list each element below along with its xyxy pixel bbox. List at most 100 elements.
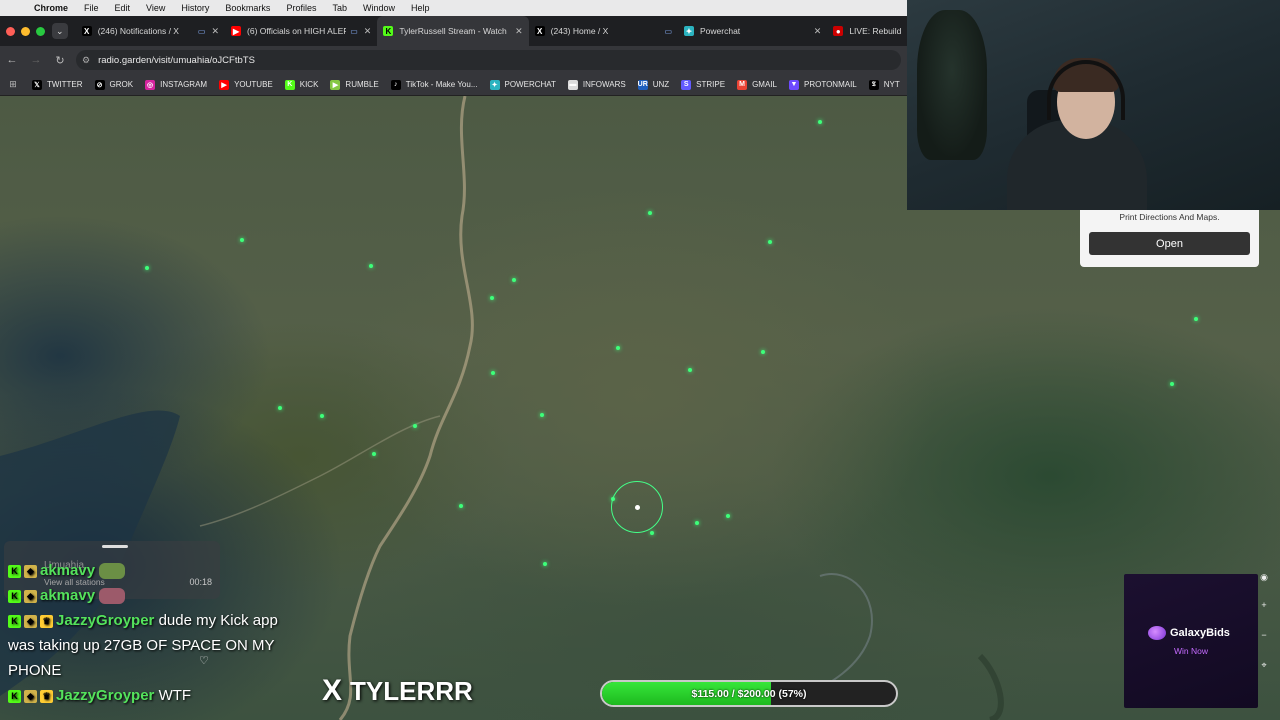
minimize-window-button[interactable] (21, 26, 30, 36)
radio-station-dot[interactable] (278, 406, 282, 410)
bookmark-label: KICK (299, 80, 319, 89)
bookmark-label: UNZ (652, 80, 670, 89)
menu-chrome[interactable]: Chrome (26, 3, 76, 13)
chat-message: K ◆ ♛ JazzyGroyper dude my Kick app was tak… (8, 608, 308, 683)
menu-tab[interactable]: Tab (324, 3, 355, 13)
radio-station-dot[interactable] (648, 211, 652, 215)
radio-station-dot[interactable] (372, 452, 376, 456)
url-field[interactable]: ⚙ radio.garden/visit/umuahia/oJCFtbTS (76, 50, 901, 70)
rumble-icon: ▶ (330, 79, 341, 90)
radio-station-dot[interactable] (616, 346, 620, 350)
zoom-in-icon[interactable]: + (1258, 600, 1270, 610)
stream-logo: X TYLERRR (322, 674, 473, 708)
radio-station-dot[interactable] (145, 266, 149, 270)
radio-station-dot[interactable] (1194, 317, 1198, 321)
close-tab-icon[interactable]: ✕ (211, 26, 219, 37)
tiktok-icon: ♪ (390, 79, 401, 90)
bookmark-grok[interactable]: ⊘ GROK (89, 79, 140, 90)
menu-window[interactable]: Window (355, 3, 403, 13)
radio-station-dot[interactable] (543, 562, 547, 566)
bookmark-nyt[interactable]: 𝕿 NYT (863, 79, 906, 90)
menu-profiles[interactable]: Profiles (278, 3, 324, 13)
tab-title: Powerchat (700, 26, 741, 36)
radio-station-dot[interactable] (768, 240, 772, 244)
menu-view[interactable]: View (138, 3, 173, 13)
radio-station-dot[interactable] (369, 264, 373, 268)
bookmark-kick[interactable]: K KICK (279, 79, 325, 90)
zoom-window-button[interactable] (36, 26, 45, 36)
chat-message: K ◆ akmavy (8, 583, 308, 608)
youtube-icon: ▶ (219, 79, 230, 90)
radio-station-dot[interactable] (818, 120, 822, 124)
radio-station-dot[interactable] (490, 296, 494, 300)
bookmark-gmail[interactable]: M GMAIL (731, 79, 783, 90)
instagram-icon: ◎ (145, 79, 156, 90)
bookmark-tiktok-make-you[interactable]: ♪ TikTok - Make You... (385, 79, 484, 90)
selected-station-dot (635, 505, 640, 510)
nyt-icon: 𝕿 (868, 79, 879, 90)
tab-notifications-x[interactable]: X (246) Notifications / X ▭ ✕ (76, 16, 225, 46)
tab-search-chevron-icon[interactable]: ⌄ (51, 23, 68, 39)
menu-help[interactable]: Help (403, 3, 438, 13)
chat-message: K ◆ ♛ JazzyGroyper WTF (8, 683, 308, 708)
radio-station-dot[interactable] (459, 504, 463, 508)
forward-arrow-icon[interactable]: → (24, 54, 48, 66)
chat-message: K ◆ akmavy (8, 558, 308, 583)
donation-goal-bar: $115.00 / $200.00 (57%) (600, 680, 898, 707)
menu-edit[interactable]: Edit (107, 3, 139, 13)
bookmark-instagram[interactable]: ◎ INSTAGRAM (139, 79, 213, 90)
bookmark-powerchat[interactable]: ✦ POWERCHAT (484, 79, 562, 90)
radio-station-dot[interactable] (491, 371, 495, 375)
tab-powerchat[interactable]: ✦ Powerchat ✕ (678, 16, 827, 46)
bookmark-unz[interactable]: UR UNZ (632, 79, 675, 90)
radio-station-dot[interactable] (240, 238, 244, 242)
menu-history[interactable]: History (173, 3, 217, 13)
bookmark-youtube[interactable]: ▶ YOUTUBE (213, 79, 279, 90)
bookmark-infowars[interactable]: ▬ INFOWARS (562, 79, 632, 90)
crown-badge-icon: ♛ (40, 614, 53, 628)
tab-home-x[interactable]: X (243) Home / X ▭ (529, 16, 678, 46)
back-arrow-icon[interactable]: ← (0, 54, 24, 66)
chat-username: JazzyGroyper (56, 612, 155, 629)
ad-open-button[interactable]: Open (1089, 232, 1250, 255)
tab-youtube-officials[interactable]: ▶ (6) Officials on HIGH ALERT ▭ ✕ (225, 16, 377, 46)
close-tab-icon[interactable]: ✕ (814, 26, 822, 37)
favorite-heart-icon[interactable]: ♡ (199, 654, 209, 667)
close-tab-icon[interactable]: ✕ (515, 26, 523, 37)
radio-station-dot[interactable] (320, 414, 324, 418)
close-window-button[interactable] (6, 26, 15, 36)
window-controls (0, 26, 52, 36)
picture-in-picture-icon: ▭ (197, 26, 206, 36)
radio-station-dot[interactable] (726, 514, 730, 518)
bookmark-stripe[interactable]: S STRIPE (675, 79, 731, 90)
selected-station-marker[interactable] (611, 481, 663, 533)
galaxybids-tagline: Win Now (1173, 646, 1208, 656)
drag-handle[interactable] (102, 545, 128, 548)
radio-station-dot[interactable] (413, 424, 417, 428)
tab-live-rebuild[interactable]: ● LIVE: Rebuild (827, 16, 907, 46)
menu-bookmarks[interactable]: Bookmarks (217, 3, 278, 13)
locate-icon[interactable]: ⌖ (1258, 660, 1270, 671)
close-tab-icon[interactable]: ✕ (364, 26, 372, 37)
galaxybids-ad[interactable]: GalaxyBids Win Now (1124, 574, 1258, 708)
x-logo-icon: X (322, 674, 343, 707)
bookmark-rumble[interactable]: ▶ RUMBLE (324, 79, 384, 90)
apps-grid-icon[interactable]: ⊞ (0, 79, 26, 90)
radio-station-dot[interactable] (761, 350, 765, 354)
site-settings-icon[interactable]: ⚙ (82, 55, 90, 66)
radio-station-dot[interactable] (512, 278, 516, 282)
radio-station-dot[interactable] (540, 413, 544, 417)
globe-icon[interactable]: ◉ (1258, 572, 1270, 583)
menu-file[interactable]: File (76, 3, 107, 13)
radio-station-dot[interactable] (695, 521, 699, 525)
bookmark-protonmail[interactable]: ▼ PROTONMAIL (783, 79, 863, 90)
bookmark-twitter[interactable]: 𝕏 TWITTER (26, 79, 89, 90)
tab-kick-stream[interactable]: K TylerRussell Stream - Watch ✕ (377, 16, 529, 46)
radio-station-dot[interactable] (1170, 382, 1174, 386)
bookmark-label: GROK (109, 80, 134, 89)
reload-icon[interactable]: ↻ (48, 54, 72, 67)
infowars-icon: ▬ (567, 79, 578, 90)
zoom-out-icon[interactable]: − (1258, 630, 1270, 640)
radio-station-dot[interactable] (650, 531, 654, 535)
radio-station-dot[interactable] (688, 368, 692, 372)
